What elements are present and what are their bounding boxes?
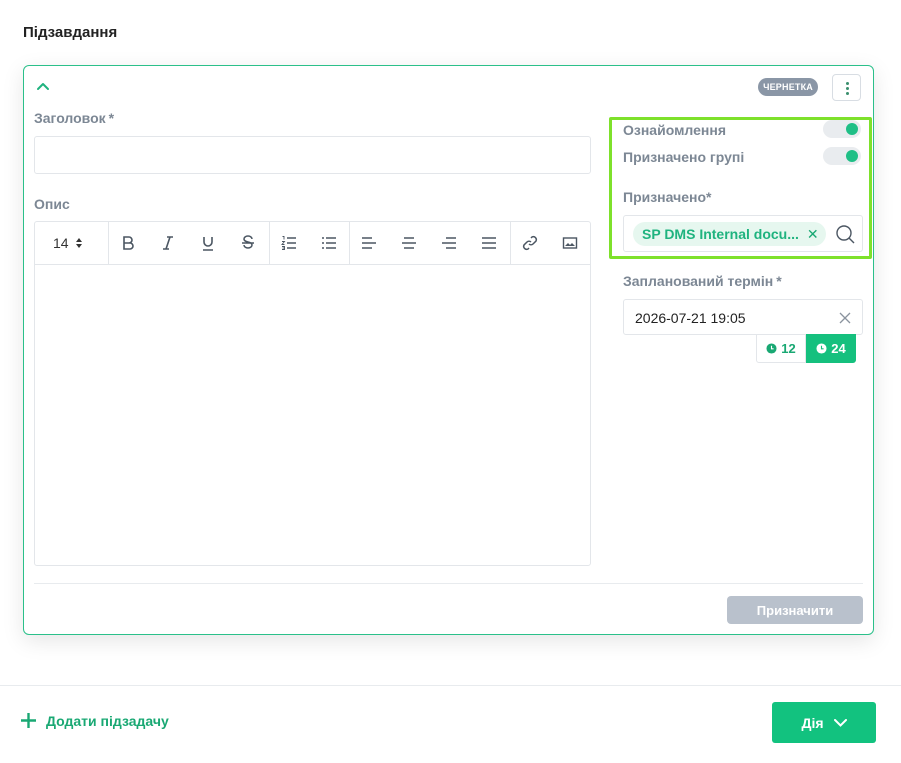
deadline-input[interactable]: 2026-07-21 19:05 <box>623 299 863 335</box>
more-vertical-icon <box>846 82 849 85</box>
description-editor: 14 <box>34 221 591 566</box>
title-label: Заголовок * <box>34 110 115 126</box>
strikethrough-icon[interactable] <box>237 233 259 253</box>
assign-button[interactable]: Призначити <box>727 596 863 624</box>
action-button[interactable]: Дія <box>772 702 876 743</box>
align-left-icon[interactable] <box>358 233 380 253</box>
clock-icon <box>766 343 777 354</box>
bullet-list-icon[interactable] <box>318 233 340 253</box>
italic-icon[interactable] <box>157 233 179 253</box>
font-size-select[interactable]: 14 <box>53 235 69 251</box>
divider <box>0 685 901 686</box>
link-icon[interactable] <box>519 233 541 253</box>
align-center-icon[interactable] <box>398 233 420 253</box>
page-title: Підзавдання <box>23 24 118 41</box>
assignee-select[interactable]: SP DMS Internal docu... ✕ <box>623 215 863 252</box>
deadline-value: 2026-07-21 19:05 <box>635 310 746 326</box>
acknowledgement-label: Ознайомлення <box>623 122 726 138</box>
editor-toolbar: 14 <box>35 222 590 265</box>
assigned-group-label: Призначено групі <box>623 149 745 165</box>
acknowledgement-toggle[interactable] <box>823 120 861 138</box>
title-input[interactable] <box>34 136 591 174</box>
add-subtask-button[interactable]: Додати підзадачу <box>20 712 169 729</box>
clear-icon[interactable] <box>838 311 852 325</box>
divider <box>34 583 863 584</box>
more-menu-button[interactable] <box>832 74 861 101</box>
bold-icon[interactable] <box>117 233 139 253</box>
status-badge: ЧЕРНЕТКА <box>758 78 818 96</box>
search-icon[interactable] <box>835 224 855 244</box>
align-right-icon[interactable] <box>438 233 460 253</box>
time-format-12-button[interactable]: 12 <box>756 334 806 363</box>
deadline-label: Запланований термін * <box>623 273 782 289</box>
underline-icon[interactable] <box>197 233 219 253</box>
image-icon[interactable] <box>559 233 581 253</box>
align-justify-icon[interactable] <box>478 233 500 253</box>
plus-icon <box>21 713 36 728</box>
chip-close-icon[interactable]: ✕ <box>807 226 819 243</box>
assignee-chip: SP DMS Internal docu... ✕ <box>633 222 826 246</box>
subtask-card: ЧЕРНЕТКА Заголовок * Опис 14 Ознайомленн… <box>23 65 874 635</box>
clock-icon <box>816 343 827 354</box>
assigned-group-toggle[interactable] <box>823 147 861 165</box>
ordered-list-icon[interactable] <box>278 233 300 253</box>
chevron-up-icon[interactable] <box>34 78 52 96</box>
description-label: Опис <box>34 196 70 212</box>
chevron-down-icon <box>833 718 847 727</box>
assigned-label: Призначено* <box>623 189 712 205</box>
description-text-area[interactable] <box>35 266 590 565</box>
sort-arrows-icon[interactable] <box>75 237 83 249</box>
time-format-24-button[interactable]: 24 <box>806 334 856 363</box>
